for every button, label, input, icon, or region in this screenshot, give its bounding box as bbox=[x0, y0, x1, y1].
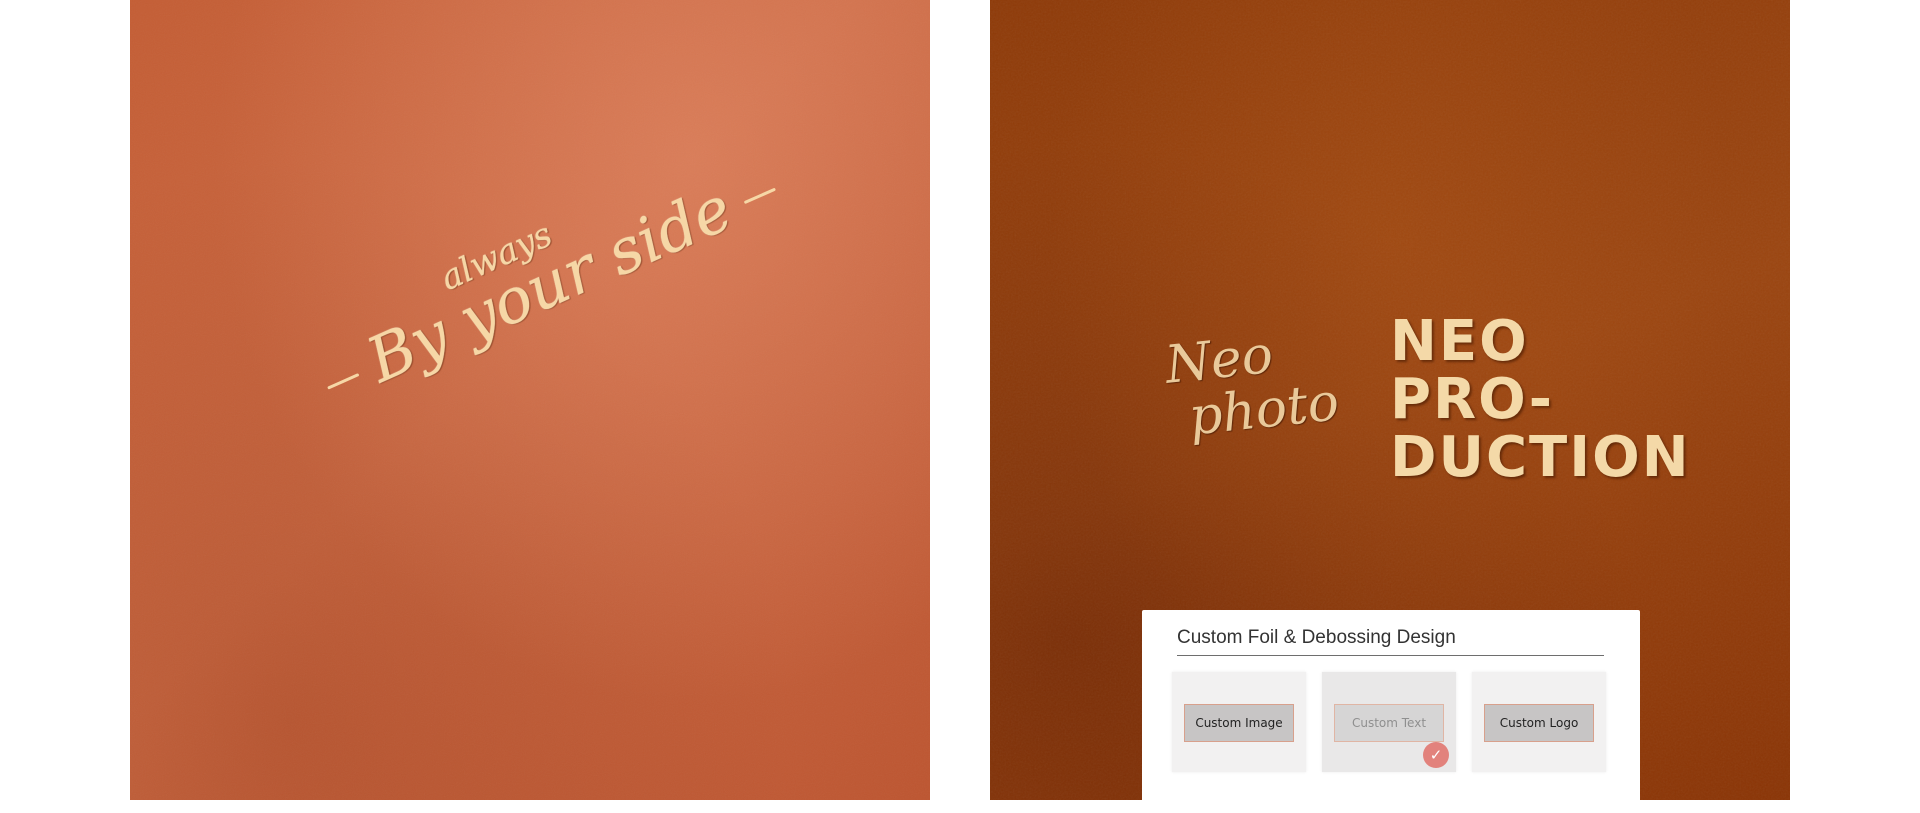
custom-logo-button[interactable]: Custom Logo bbox=[1484, 704, 1594, 742]
dash-left bbox=[327, 373, 360, 390]
dash-right bbox=[743, 187, 777, 205]
custom-image-button[interactable]: Custom Image bbox=[1184, 704, 1294, 742]
engraved-block-logo: NEO PRO- DUCTION bbox=[1390, 313, 1691, 487]
leather-texture bbox=[130, 0, 930, 800]
custom-design-card: Custom Foil & Debossing Design Custom Im… bbox=[1142, 610, 1640, 813]
checkmark-icon: ✓ bbox=[1423, 742, 1449, 768]
option-custom-text[interactable]: Custom Text ✓ bbox=[1322, 672, 1456, 772]
leather-cover-photo-left: always By your side bbox=[130, 0, 930, 800]
card-divider bbox=[1177, 655, 1604, 656]
custom-text-button[interactable]: Custom Text bbox=[1334, 704, 1444, 742]
script-line-2: photo bbox=[1186, 372, 1342, 448]
option-custom-image[interactable]: Custom Image bbox=[1172, 672, 1306, 772]
option-custom-logo[interactable]: Custom Logo bbox=[1472, 672, 1606, 772]
block-line-1: NEO bbox=[1390, 309, 1529, 374]
block-line-2: PRO- bbox=[1390, 367, 1555, 432]
engraved-script-logo: Neo photo bbox=[1163, 321, 1342, 448]
card-title: Custom Foil & Debossing Design bbox=[1177, 627, 1456, 648]
block-line-3: DUCTION bbox=[1390, 425, 1691, 490]
